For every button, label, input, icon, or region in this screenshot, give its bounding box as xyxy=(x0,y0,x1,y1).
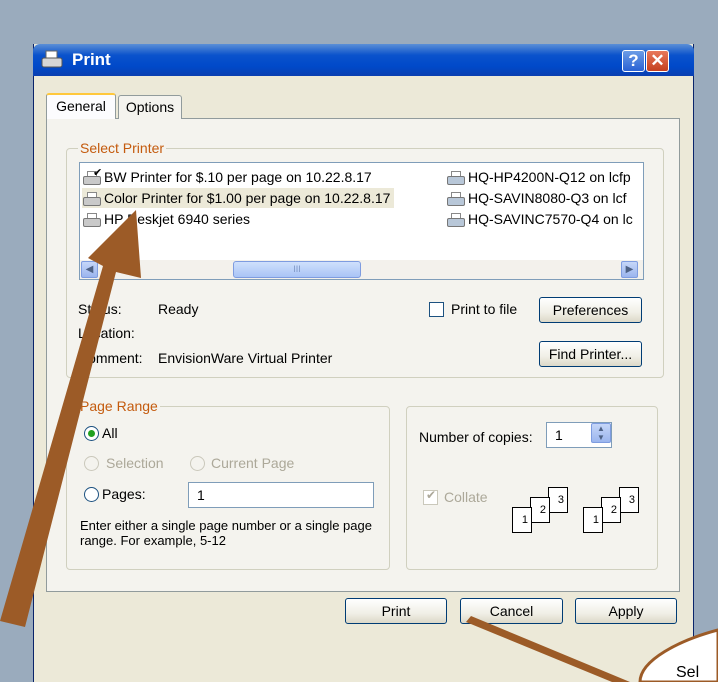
annotation-arrow-cancel xyxy=(466,616,630,682)
callout-text: Sel xyxy=(676,664,700,681)
annotation-arrow-up xyxy=(0,210,141,627)
annotation-overlay xyxy=(0,210,718,682)
